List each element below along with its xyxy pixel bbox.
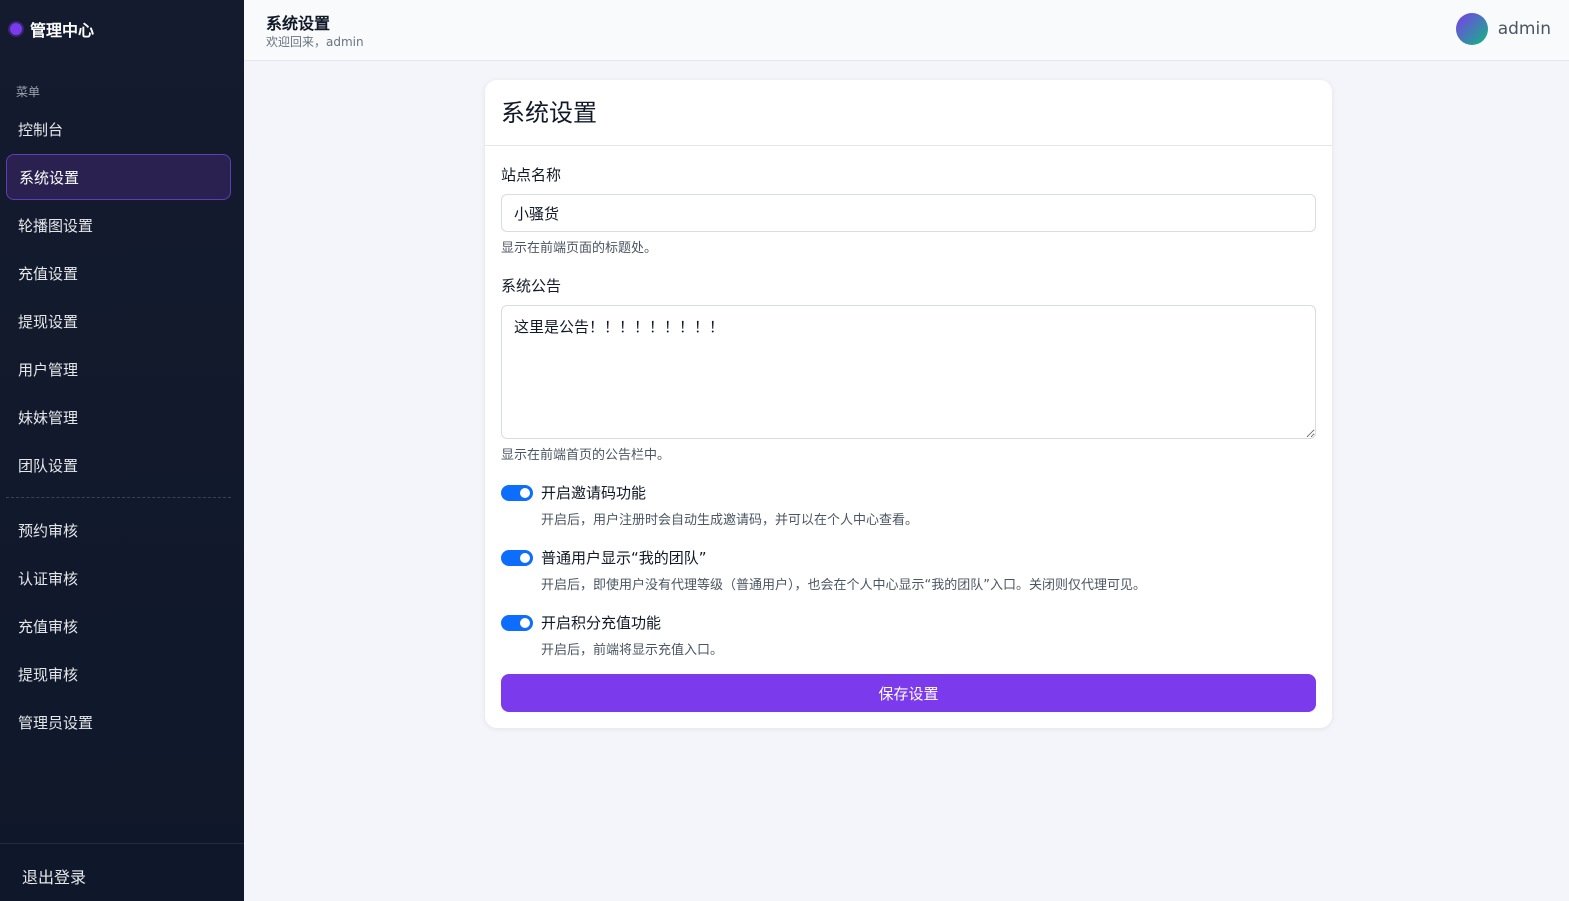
sidebar: 管理中心 菜单 控制台系统设置轮播图设置充值设置提现设置用户管理妹妹管理团队设置…: [0, 0, 244, 901]
settings-card: 系统设置 站点名称 显示在前端页面的标题处。 系统公告 这里是公告！！！！！！！…: [485, 80, 1332, 728]
sidebar-item-label: 系统设置: [19, 168, 80, 187]
sidebar-item-label: 轮播图设置: [18, 216, 94, 235]
site-name-help: 显示在前端页面的标题处。: [501, 241, 658, 256]
toggle-desc: 开启后，前端将显示充值入口。: [541, 643, 724, 658]
toggle-points-recharge: 开启积分充值功能: [501, 612, 661, 633]
sidebar-item-recharge-review[interactable]: 充值审核: [6, 603, 231, 649]
points-recharge-switch[interactable]: [501, 614, 533, 631]
menu-caption: 菜单: [16, 85, 41, 99]
sidebar-item-booking-review[interactable]: 预约审核: [6, 507, 231, 553]
sidebar-item-user-management[interactable]: 用户管理: [6, 346, 231, 392]
nav-divider: [6, 497, 231, 498]
announcement-help: 显示在前端首页的公告栏中。: [501, 448, 671, 463]
toggle-label: 普通用户显示“我的团队”: [541, 549, 707, 567]
sidebar-item-recharge-settings[interactable]: 充值设置: [6, 250, 231, 296]
announcement-textarea[interactable]: 这里是公告！！！！！！！！！: [501, 305, 1316, 439]
toggle-desc: 开启后，用户注册时会自动生成邀请码，并可以在个人中心查看。: [541, 513, 919, 528]
sidebar-item-label: 提现设置: [18, 312, 79, 331]
toggle-show-team: 普通用户显示“我的团队”: [501, 547, 707, 568]
avatar[interactable]: [1455, 13, 1488, 45]
show-team-switch[interactable]: [501, 549, 533, 566]
logout-button[interactable]: 退出登录: [22, 864, 86, 888]
sidebar-item-label: 团队设置: [18, 456, 79, 475]
sidebar-item-label: 认证审核: [18, 569, 79, 588]
invite-code-switch[interactable]: [501, 484, 533, 501]
sidebar-item-system-settings[interactable]: 系统设置: [6, 154, 231, 200]
card-title: 系统设置: [485, 80, 1332, 146]
sidebar-item-label: 充值审核: [18, 617, 79, 636]
page-title: 系统设置: [266, 14, 331, 33]
logout-area: 退出登录: [0, 843, 244, 901]
toggle-invite-code: 开启邀请码功能: [501, 482, 646, 503]
sidebar-item-label: 妹妹管理: [18, 408, 79, 427]
brand[interactable]: 管理中心: [10, 18, 94, 40]
username: admin: [1497, 19, 1551, 39]
sidebar-item-label: 预约审核: [18, 521, 79, 540]
sidebar-nav: 控制台系统设置轮播图设置充值设置提现设置用户管理妹妹管理团队设置 预约审核认证审…: [6, 106, 231, 747]
sidebar-item-label: 充值设置: [18, 264, 79, 283]
toggle-label: 开启积分充值功能: [541, 614, 662, 632]
sidebar-item-withdraw-settings[interactable]: 提现设置: [6, 298, 231, 344]
sidebar-item-withdraw-review[interactable]: 提现审核: [6, 651, 231, 697]
toggle-desc: 开启后，即使用户没有代理等级（普通用户），也会在个人中心显示“我的团队”入口。关…: [541, 578, 1146, 593]
topbar: 系统设置 欢迎回来，admin admin: [244, 0, 1569, 61]
brand-title: 管理中心: [30, 21, 95, 40]
sidebar-item-sister-management[interactable]: 妹妹管理: [6, 394, 231, 440]
sidebar-item-dashboard[interactable]: 控制台: [6, 106, 231, 152]
welcome-text: 欢迎回来，admin: [266, 35, 364, 49]
sidebar-item-label: 控制台: [18, 120, 64, 139]
user-menu[interactable]: admin: [1455, 13, 1551, 45]
sidebar-item-team-settings[interactable]: 团队设置: [6, 442, 231, 488]
save-button[interactable]: 保存设置: [501, 674, 1316, 712]
site-name-input[interactable]: [501, 194, 1316, 232]
sidebar-item-label: 提现审核: [18, 665, 79, 684]
brand-dot-icon: [10, 23, 22, 35]
sidebar-item-carousel-settings[interactable]: 轮播图设置: [6, 202, 231, 248]
announcement-label: 系统公告: [501, 277, 562, 295]
sidebar-item-admin-settings[interactable]: 管理员设置: [6, 699, 231, 745]
toggle-label: 开启邀请码功能: [541, 484, 647, 502]
site-name-label: 站点名称: [501, 166, 562, 184]
sidebar-item-label: 管理员设置: [18, 713, 94, 732]
sidebar-item-verification-review[interactable]: 认证审核: [6, 555, 231, 601]
sidebar-item-label: 用户管理: [18, 360, 79, 379]
